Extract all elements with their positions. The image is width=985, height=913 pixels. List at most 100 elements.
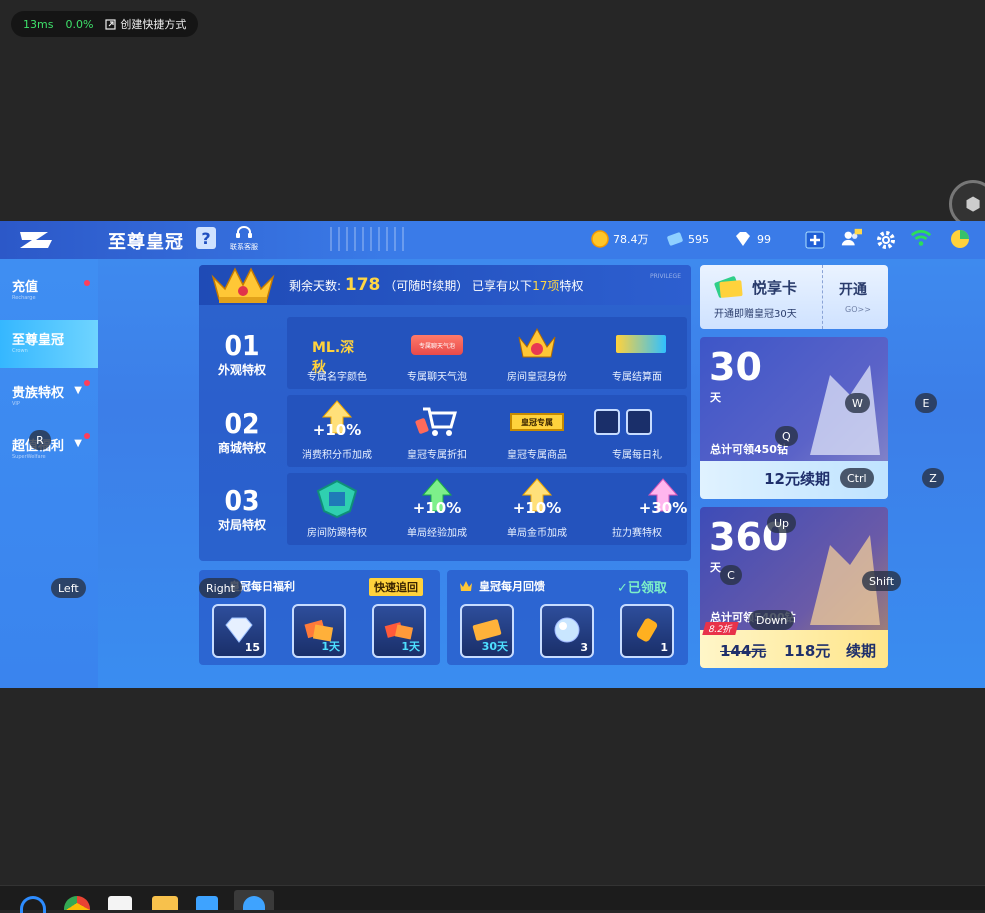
coin-balance: 78.4万: [591, 230, 649, 248]
key-label-e[interactable]: E: [915, 393, 937, 413]
privilege-cell[interactable]: +10% 单局经验加成: [387, 473, 487, 545]
privilege-watermark: PRIVILEGE: [649, 273, 681, 280]
privilege-cell[interactable]: 专属聊天气泡 专属聊天气泡: [387, 317, 487, 389]
key-label-ctrl[interactable]: Ctrl: [840, 468, 874, 488]
claimed-status: ✓已领取: [617, 581, 667, 596]
open-label: 开通: [839, 282, 867, 298]
privilege-cell[interactable]: +10% 消费积分币加成: [287, 395, 387, 467]
key-label-left[interactable]: Left: [51, 578, 86, 598]
key-label-r[interactable]: R: [29, 430, 51, 450]
key-label-up[interactable]: Up: [767, 513, 797, 533]
key-label-q[interactable]: Q: [775, 426, 798, 446]
privilege-label: 单局经验加成: [407, 528, 467, 539]
privilege-count: 17项: [532, 279, 560, 293]
privilege-cell[interactable]: 专属每日礼: [587, 395, 687, 467]
customer-service-label: 联系客服: [230, 243, 258, 251]
diamond-gift-icon: [594, 409, 620, 435]
notification-dot: [84, 280, 90, 286]
headset-icon: [236, 226, 252, 238]
reward-count: 1: [660, 641, 668, 654]
privilege-label: 专属结算面: [612, 372, 662, 383]
key-label-right[interactable]: Right: [199, 578, 242, 598]
reward-count: 3: [580, 641, 588, 654]
reward-slot[interactable]: 1: [620, 604, 674, 658]
chat-bubble-icon: 专属聊天气泡: [411, 335, 463, 355]
sidebar-item-vip[interactable]: 贵族特权 VIP ▼: [0, 373, 98, 419]
plan-360-days[interactable]: 360 天 总计可领5400钻 8.2折 144元 118元 续期: [700, 507, 888, 668]
privilege-label: 拉力赛特权: [612, 528, 662, 539]
game-logo-icon[interactable]: [18, 229, 58, 251]
sidebar-item-welfare[interactable]: 超值福利 SuperWelfare ▼: [0, 426, 98, 472]
reward-slot[interactable]: 1天: [292, 604, 346, 658]
customer-service-button[interactable]: 联系客服: [226, 226, 262, 252]
privilege-cell[interactable]: 房间防踢特权: [287, 473, 387, 545]
key-label-w[interactable]: W: [845, 393, 870, 413]
open-button[interactable]: 开通 GO>>: [822, 265, 889, 329]
performance-overlay: 13ms 0.0% 创建快捷方式: [11, 11, 199, 37]
sale-price: 118元: [784, 642, 831, 660]
help-button[interactable]: ?: [196, 227, 216, 249]
chevron-down-icon: ▼: [74, 385, 82, 396]
privilege-cell[interactable]: 皇冠专属折扣: [387, 395, 487, 467]
sidebar-item-sublabel: Recharge: [12, 295, 36, 301]
ticket-amount: 595: [688, 232, 709, 246]
privilege-cell[interactable]: ML.深秋 专属名字颜色: [287, 317, 387, 389]
game-screen: 至尊皇冠 ? 联系客服 78.4万 595 99 充值 Recharge 至尊皇…: [0, 221, 985, 688]
app-icon[interactable]: [108, 896, 132, 910]
privilege-row-label: 03 对局特权: [211, 486, 273, 533]
bubble-sample-text: 专属聊天气泡: [418, 342, 455, 350]
coin-amount: 78.4万: [613, 233, 649, 246]
decorative-dots: [330, 227, 410, 251]
plan-days: 30: [709, 345, 762, 389]
sidebar-item-crown[interactable]: 至尊皇冠 Crown: [0, 320, 98, 368]
notepad-icon[interactable]: [196, 896, 218, 910]
notification-dot: [84, 433, 90, 439]
key-label-z[interactable]: Z: [922, 468, 944, 488]
privilege-cell[interactable]: 房间皇冠身份: [487, 317, 587, 389]
key-label-shift[interactable]: Shift: [862, 571, 902, 591]
add-icon[interactable]: [804, 229, 826, 251]
plan-day-unit: 天: [710, 391, 721, 404]
reward-slot[interactable]: 3: [540, 604, 594, 658]
sidebar-item-recharge[interactable]: 充值 Recharge: [0, 267, 98, 313]
key-label-c[interactable]: C: [720, 565, 742, 585]
privilege-row-label: 01 外观特权: [211, 331, 273, 378]
settlement-panel-icon: [616, 335, 666, 353]
reward-slot[interactable]: 1天: [372, 604, 426, 658]
create-shortcut-button[interactable]: 创建快捷方式: [105, 16, 186, 32]
reward-count: 1天: [401, 640, 420, 653]
friends-icon[interactable]: [840, 227, 862, 249]
settings-gear-icon[interactable]: [875, 229, 897, 251]
privilege-cell[interactable]: 皇冠专属 皇冠专属商品: [487, 395, 587, 467]
quick-recover-button[interactable]: 快速追回: [369, 578, 423, 596]
anti-kick-shield-icon: [316, 479, 358, 519]
remaining-days-text: 剩余天数: 178 （可随时续期） 已享有以下17项特权: [289, 275, 583, 295]
key-label-down[interactable]: Down: [749, 610, 795, 630]
diamond-reward-icon: [225, 617, 253, 643]
renew-bar[interactable]: 8.2折 144元 118元 续期: [700, 622, 888, 668]
reward-slot[interactable]: 30天: [460, 604, 514, 658]
active-app-taskbar-item[interactable]: [234, 890, 274, 910]
chrome-icon[interactable]: [64, 896, 90, 910]
sidebar-item-sublabel: SuperWelfare: [12, 454, 46, 460]
remaining-label: 剩余天数:: [289, 279, 342, 293]
yuexiang-card[interactable]: 悦享卡 开通即赠皇冠30天 开通 GO>>: [700, 265, 888, 329]
monthly-reward-title: 皇冠每月回馈: [479, 580, 545, 593]
privilege-cell[interactable]: +10% 单局金币加成: [487, 473, 587, 545]
privilege-cell[interactable]: +30% 拉力赛特权: [587, 473, 687, 545]
privilege-cell[interactable]: 专属结算面: [587, 317, 687, 389]
shortcut-icon: [105, 18, 117, 30]
ticket-balance: 595: [666, 230, 709, 248]
row-number: 02: [224, 407, 260, 440]
sidebar-item-sublabel: VIP: [12, 401, 20, 407]
diamond-balance: 99: [733, 230, 771, 248]
trophy-art-icon: [810, 365, 880, 455]
search-taskbar-icon[interactable]: [20, 896, 46, 913]
privilege-label: 皇冠专属商品: [507, 450, 567, 461]
reward-count: 30天: [481, 640, 508, 653]
file-explorer-icon[interactable]: [152, 896, 178, 910]
diamond-amount: 99: [757, 232, 771, 246]
sidebar-item-label: 至尊皇冠: [12, 333, 65, 348]
coin-icon: [591, 230, 609, 248]
reward-slot[interactable]: 15: [212, 604, 266, 658]
